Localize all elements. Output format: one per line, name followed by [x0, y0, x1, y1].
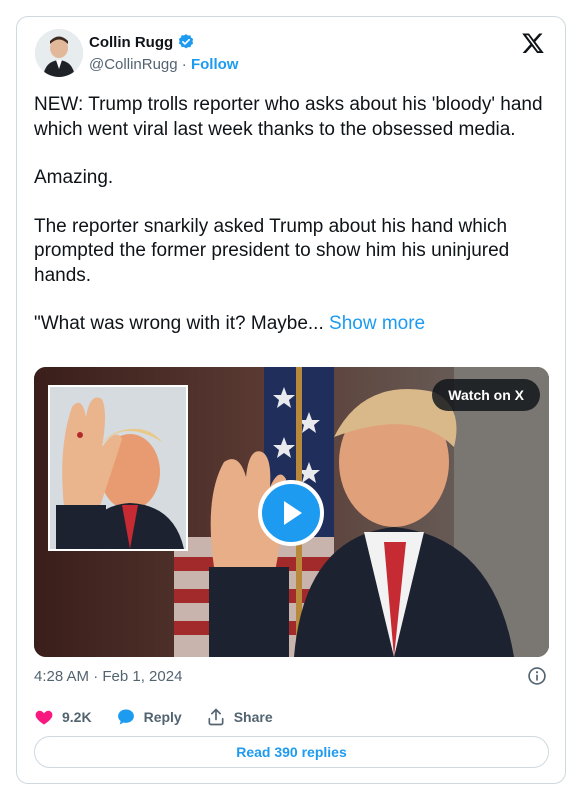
- verified-badge-icon: [179, 34, 194, 49]
- share-label: Share: [233, 709, 273, 725]
- share-icon: [208, 708, 224, 726]
- tweet-timestamp[interactable]: 4:28 AM · Feb 1, 2024: [34, 668, 182, 685]
- inset-image: [50, 387, 186, 549]
- tweet-paragraph: The reporter snarkily asked Trump about …: [34, 215, 510, 286]
- like-button[interactable]: 9.2K: [34, 707, 92, 727]
- watch-on-x-button[interactable]: Watch on X: [432, 379, 540, 411]
- author-name[interactable]: Collin Rugg: [89, 34, 173, 51]
- info-icon[interactable]: [527, 666, 547, 686]
- inset-photo: [48, 385, 188, 551]
- follow-link[interactable]: Follow: [191, 56, 239, 73]
- action-bar: 9.2K Reply Share: [34, 707, 297, 727]
- play-button[interactable]: [258, 480, 324, 546]
- author-handle-row: @CollinRugg · Follow: [89, 56, 238, 73]
- avatar[interactable]: [35, 29, 83, 77]
- author-name-row: Collin Rugg: [89, 33, 195, 51]
- avatar-image: [35, 29, 83, 77]
- heart-icon: [35, 710, 53, 725]
- tweet-truncated-paragraph: "What was wrong with it? Maybe... Show m…: [34, 312, 554, 337]
- read-replies-button[interactable]: Read 390 replies: [34, 736, 549, 768]
- tweet-paragraph: NEW: Trump trolls reporter who asks abou…: [34, 94, 543, 140]
- tweet-text: NEW: Trump trolls reporter who asks abou…: [34, 93, 554, 337]
- x-logo-icon[interactable]: [521, 31, 545, 55]
- like-count: 9.2K: [62, 709, 92, 725]
- handle-separator: ·: [181, 56, 187, 73]
- author-handle[interactable]: @CollinRugg: [89, 56, 178, 73]
- reply-label: Reply: [143, 709, 182, 725]
- tweet-paragraph: Amazing.: [34, 167, 114, 188]
- tweet-card: Collin Rugg @CollinRugg · Follow NEW: Tr…: [16, 16, 566, 784]
- reply-button[interactable]: Reply: [116, 707, 182, 727]
- show-more-link[interactable]: Show more: [329, 313, 425, 334]
- reply-bubble-icon: [117, 709, 134, 725]
- play-icon: [284, 501, 302, 525]
- truncated-text: "What was wrong with it? Maybe...: [34, 313, 324, 334]
- share-button[interactable]: Share: [206, 707, 273, 727]
- video-player[interactable]: Watch on X: [34, 367, 549, 657]
